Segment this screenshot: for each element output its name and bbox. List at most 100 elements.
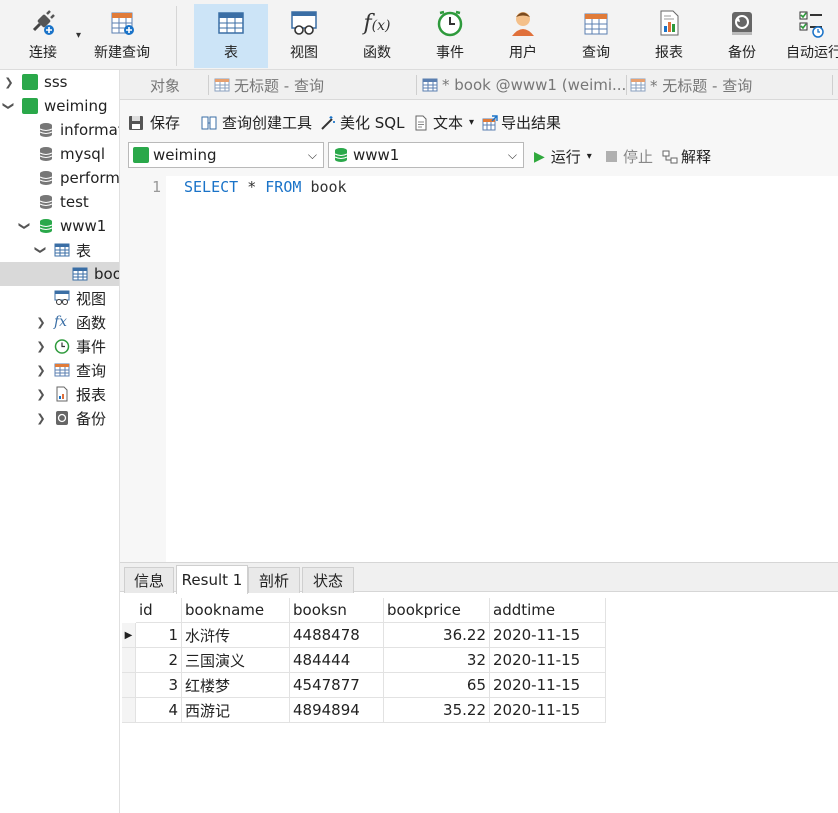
tree-folder-reports[interactable]: ❯ 报表	[0, 382, 119, 406]
tree-item-label: mysql	[60, 145, 105, 163]
tab-untitled-query-2[interactable]: * 无标题 - 查询	[630, 70, 836, 100]
toolbar-new-query-button[interactable]: 新建查询	[88, 4, 156, 68]
table-cell[interactable]: 西游记	[182, 698, 290, 723]
explain-icon	[662, 149, 678, 165]
chevron-down-icon[interactable]: ❯	[2, 99, 16, 113]
text-mode-button[interactable]: 文本 ▾	[413, 112, 474, 133]
table-cell[interactable]: 水浒传	[182, 623, 290, 648]
connect-dropdown-icon[interactable]: ▾	[76, 30, 81, 41]
tab-objects[interactable]: 对象	[150, 70, 210, 100]
tab-profile[interactable]: 剖析	[248, 567, 300, 593]
column-header-id[interactable]: id	[136, 598, 182, 623]
toolbar-user-button[interactable]: 用户	[495, 4, 551, 68]
sql-keyword-from: FROM	[265, 178, 302, 196]
tree-database-information-schema[interactable]: information_schema	[0, 118, 119, 142]
text-dropdown-icon[interactable]: ▾	[469, 117, 474, 128]
table-cell[interactable]: 35.22	[384, 698, 490, 723]
tree-folder-views[interactable]: 视图	[0, 286, 119, 310]
document-icon	[413, 115, 429, 131]
column-header-label: booksn	[293, 601, 347, 619]
toolbar-query-button[interactable]: 查询	[568, 4, 624, 68]
column-header-bookprice[interactable]: bookprice	[384, 598, 490, 623]
save-button[interactable]: 保存	[128, 112, 180, 133]
table-cell[interactable]: 36.22	[384, 623, 490, 648]
row-selector[interactable]	[122, 673, 136, 698]
toolbar-table-button[interactable]: 表	[194, 4, 268, 68]
export-results-button[interactable]: 导出结果	[482, 112, 561, 133]
chevron-right-icon[interactable]: ❯	[34, 315, 48, 329]
tree-folder-functions[interactable]: ❯ fx 函数	[0, 310, 119, 334]
column-header-label: id	[139, 601, 153, 619]
tree-folder-backups[interactable]: ❯ 备份	[0, 406, 119, 430]
column-header-label: bookprice	[387, 601, 461, 619]
table-cell[interactable]: 3	[136, 673, 182, 698]
table-cell[interactable]: 红楼梦	[182, 673, 290, 698]
explain-button[interactable]: 解释	[662, 146, 711, 167]
toolbar-backup-button[interactable]: 备份	[714, 4, 770, 68]
tab-status[interactable]: 状态	[302, 567, 354, 593]
tree-folder-tables[interactable]: ❯ 表	[0, 238, 119, 262]
table-cell[interactable]: 2020-11-15	[490, 698, 606, 723]
connection-select[interactable]: weiming ⌵	[128, 142, 324, 168]
table-cell[interactable]: 484444	[290, 648, 384, 673]
table-cell[interactable]: 4488478	[290, 623, 384, 648]
tree-database-mysql[interactable]: mysql	[0, 142, 119, 166]
table-cell[interactable]: 1	[136, 623, 182, 648]
chevron-right-icon[interactable]: ❯	[34, 339, 48, 353]
tree-database-www1[interactable]: ❯ www1	[0, 214, 119, 238]
tree-folder-events[interactable]: ❯ 事件	[0, 334, 119, 358]
row-selector-current[interactable]: ▶	[122, 623, 136, 648]
row-selector[interactable]	[122, 648, 136, 673]
run-button[interactable]: ▶ 运行 ▾	[534, 146, 592, 167]
table-cell[interactable]: 2020-11-15	[490, 623, 606, 648]
chevron-right-icon[interactable]: ❯	[34, 363, 48, 377]
tab-book-table[interactable]: * book @www1 (weimi...	[422, 70, 626, 100]
table-cell[interactable]: 4894894	[290, 698, 384, 723]
table-cell[interactable]: 4547877	[290, 673, 384, 698]
tree-table-book[interactable]: book	[0, 262, 119, 286]
table-cell[interactable]: 2	[136, 648, 182, 673]
chevron-right-icon[interactable]: ❯	[2, 75, 16, 89]
beautify-sql-button[interactable]: 美化 SQL	[320, 112, 404, 133]
database-select[interactable]: www1 ⌵	[328, 142, 524, 168]
toolbar-backup-label: 备份	[728, 45, 756, 61]
tree-item-label: sss	[44, 73, 68, 91]
toolbar-view-button[interactable]: 视图	[276, 4, 332, 68]
toolbar-function-button[interactable]: f(x) 函数	[349, 4, 405, 68]
toolbar-connect-button[interactable]: 连接	[14, 4, 72, 68]
chevron-right-icon[interactable]: ❯	[34, 387, 48, 401]
tree-folder-queries[interactable]: ❯ 查询	[0, 358, 119, 382]
tab-result-1[interactable]: Result 1	[176, 565, 248, 594]
table-cell[interactable]: 32	[384, 648, 490, 673]
tree-connection-weiming[interactable]: ❯ weiming	[0, 94, 119, 118]
tree-item-label: weiming	[44, 97, 108, 115]
sql-line[interactable]: SELECT * FROM book	[184, 178, 347, 196]
run-dropdown-icon[interactable]: ▾	[587, 151, 592, 162]
line-number-gutter: 1	[120, 176, 166, 562]
toolbar-report-button[interactable]: 报表	[641, 4, 697, 68]
row-selector[interactable]	[122, 698, 136, 723]
chevron-right-icon[interactable]: ❯	[34, 411, 48, 425]
tree-connection-sss[interactable]: ❯ sss	[0, 70, 119, 94]
column-header-addtime[interactable]: addtime	[490, 598, 606, 623]
tab-untitled-query-1[interactable]: 无标题 - 查询	[214, 70, 410, 100]
stop-button[interactable]: 停止	[606, 146, 653, 167]
tab-info[interactable]: 信息	[124, 567, 174, 593]
tree-database-performance-schema[interactable]: performance_schema	[0, 166, 119, 190]
column-header-bookname[interactable]: bookname	[182, 598, 290, 623]
chevron-down-icon[interactable]: ❯	[18, 219, 32, 233]
query-builder-button[interactable]: 查询创建工具	[201, 112, 312, 133]
toolbar-event-button[interactable]: 事件	[422, 4, 478, 68]
database-icon	[38, 194, 54, 210]
sql-editor[interactable]: 1 SELECT * FROM book	[120, 176, 838, 562]
table-cell[interactable]: 4	[136, 698, 182, 723]
function-icon: f(x)	[363, 10, 391, 36]
column-header-booksn[interactable]: booksn	[290, 598, 384, 623]
table-cell[interactable]: 2020-11-15	[490, 648, 606, 673]
toolbar-autorun-button[interactable]: 自动运行	[782, 4, 838, 68]
chevron-down-icon[interactable]: ❯	[34, 243, 48, 257]
table-cell[interactable]: 65	[384, 673, 490, 698]
tree-database-test[interactable]: test	[0, 190, 119, 214]
table-cell[interactable]: 2020-11-15	[490, 673, 606, 698]
table-cell[interactable]: 三国演义	[182, 648, 290, 673]
